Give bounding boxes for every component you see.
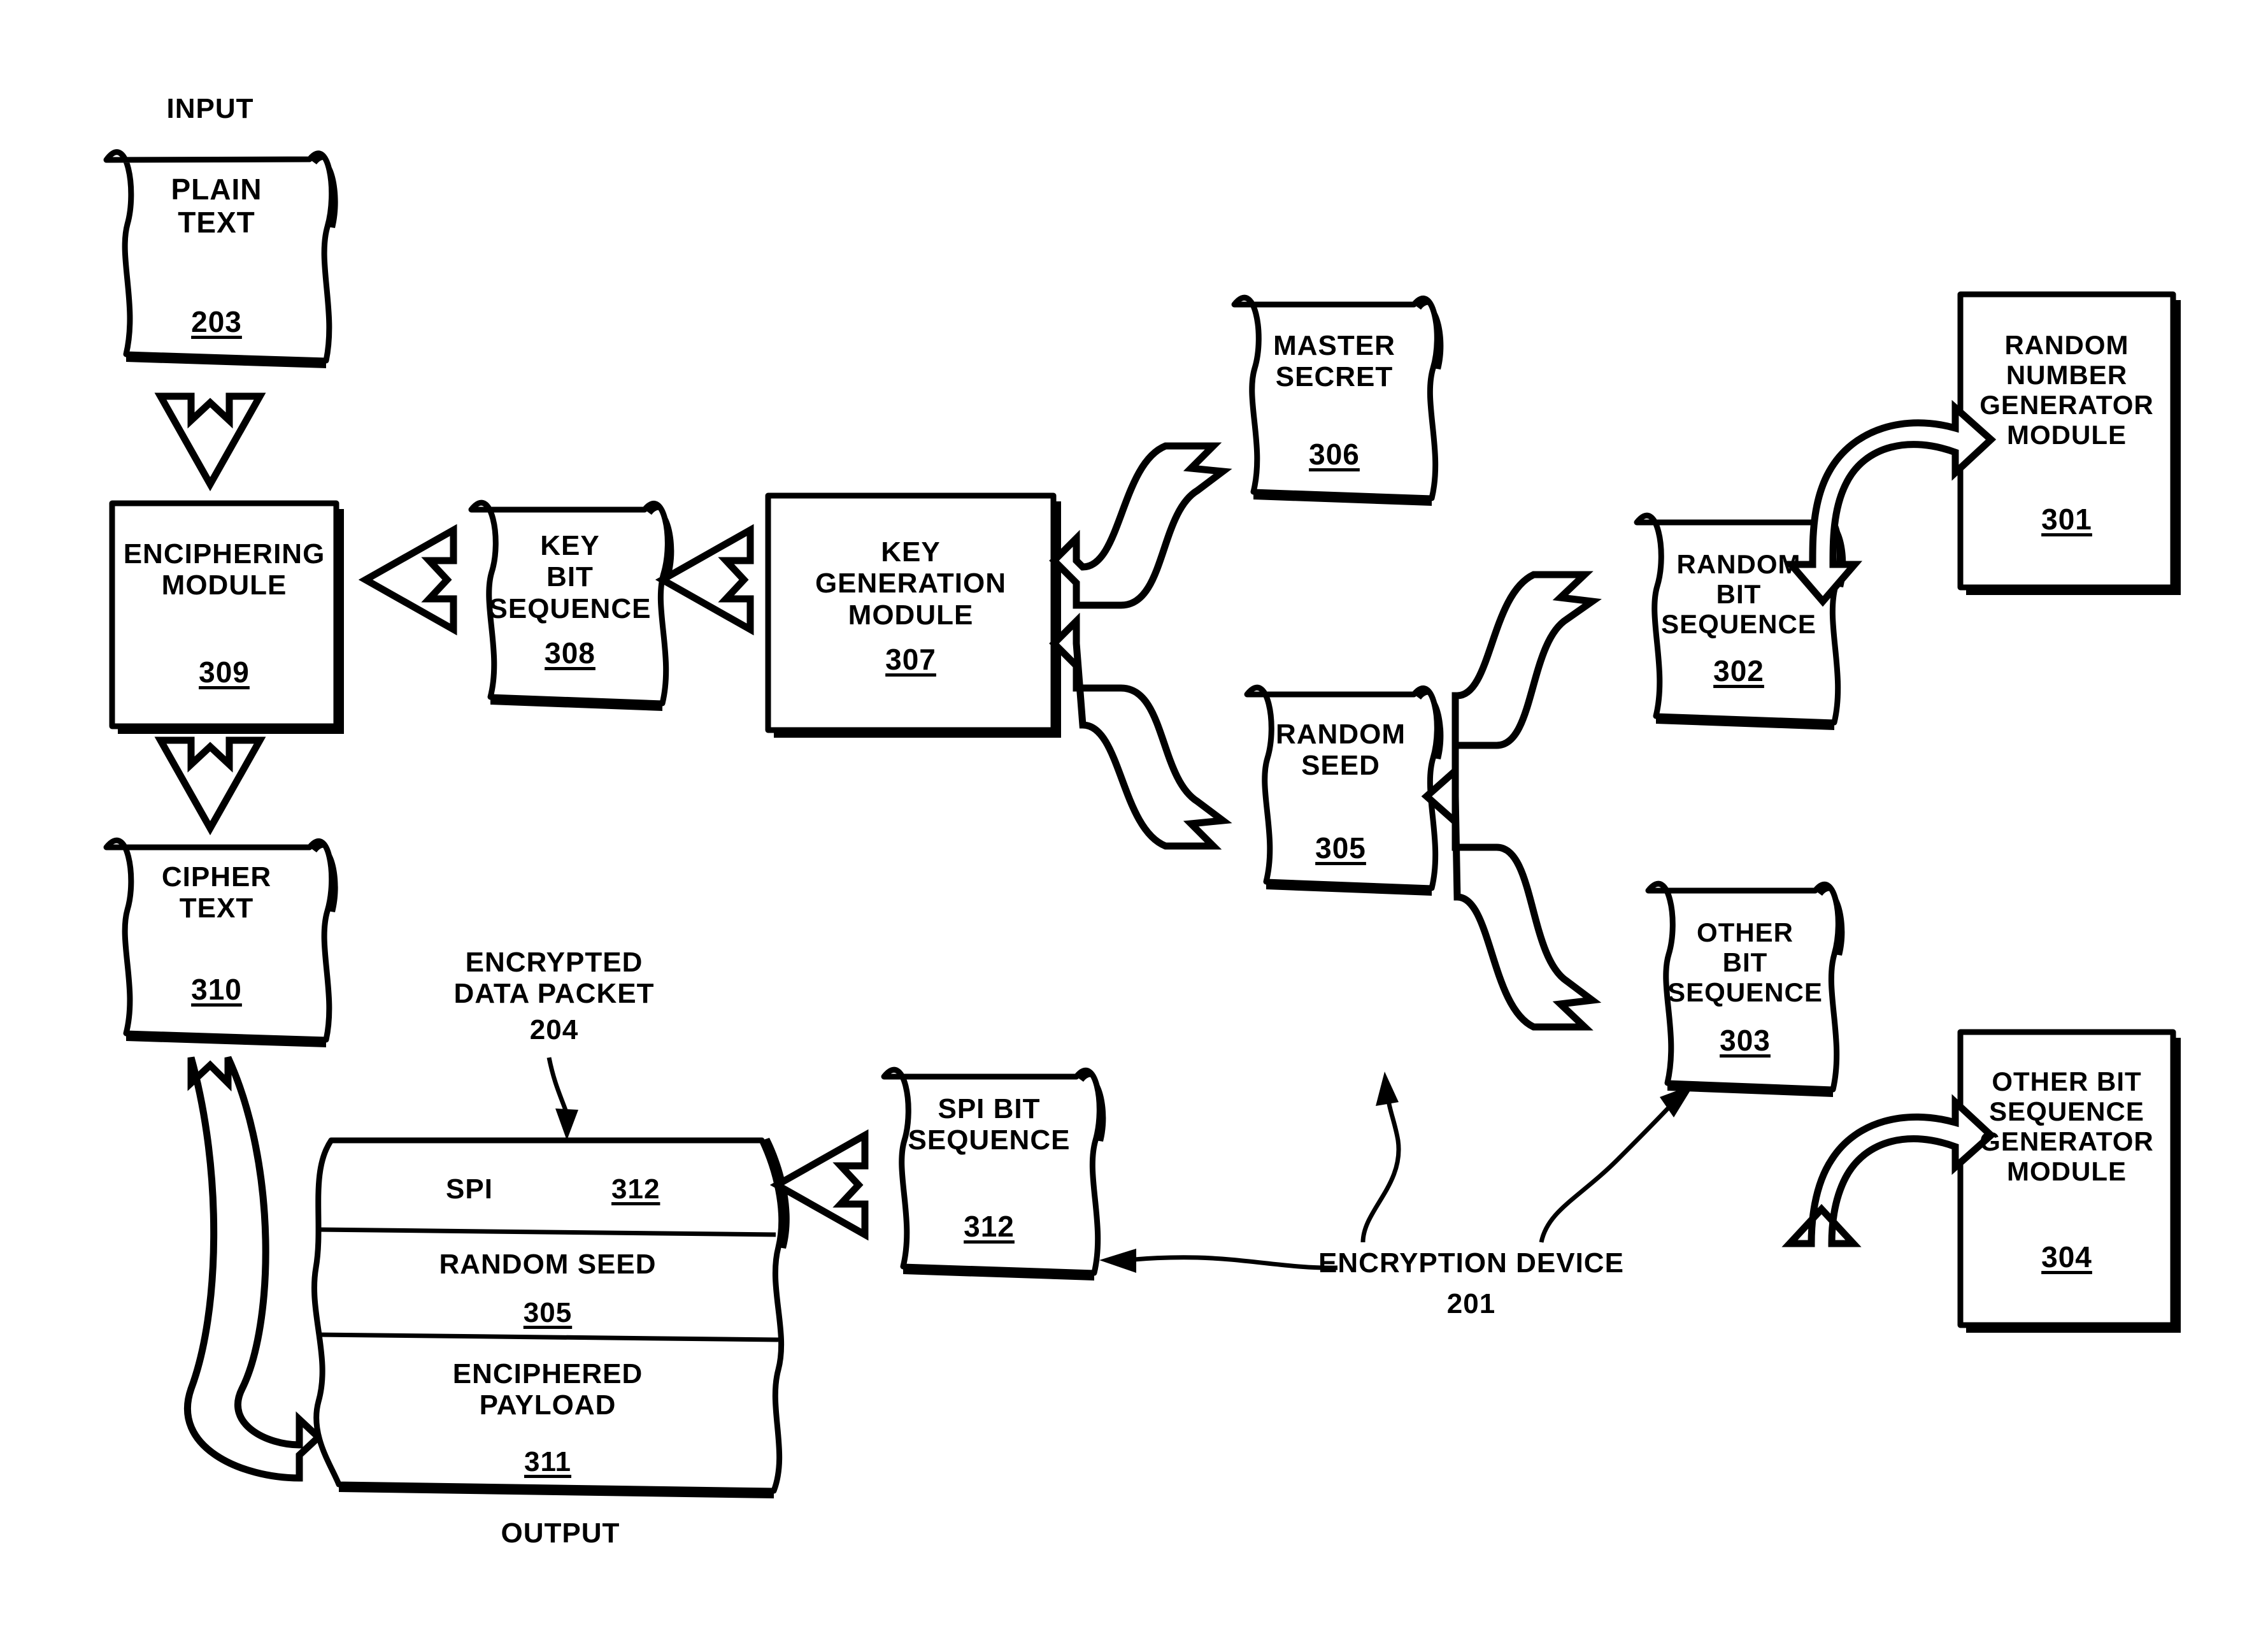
node-number-random-seed: 305 xyxy=(1315,831,1366,865)
node-number-plain-text: 203 xyxy=(191,305,242,338)
packet-row-number-spi: 312 xyxy=(611,1173,660,1205)
node-label-key-generation-module: KEY GENERATION MODULE xyxy=(815,536,1007,631)
leader-encryption-device-left xyxy=(1099,1249,1338,1273)
node-number-other-bit-sequence-generator-module: 304 xyxy=(2041,1240,2092,1274)
leader-encryption-device-up-right xyxy=(1539,1084,1694,1243)
node-number-enciphering-module: 309 xyxy=(199,656,250,689)
leader-encrypted-data-packet xyxy=(546,1057,578,1140)
arrow-enciphering-to-ciphertext xyxy=(154,736,266,836)
encrypted-data-packet-title: ENCRYPTED DATA PACKET xyxy=(453,947,655,1010)
arrow-keygen-to-keybit xyxy=(655,524,754,636)
packet-row-number-enciphered-payload: 311 xyxy=(524,1446,571,1477)
input-label: INPUT xyxy=(166,93,254,124)
patent-figure-canvas: .sh { fill:#fff; stroke:#000; stroke-wid… xyxy=(0,0,2268,1643)
output-label: OUTPUT xyxy=(501,1517,620,1549)
node-label-spi-bit-sequence: SPI BIT SEQUENCE xyxy=(908,1093,1071,1156)
node-label-master-secret: MASTER SECRET xyxy=(1273,330,1395,393)
arrow-keybit-to-enciphering xyxy=(358,524,457,636)
packet-row-label-spi: SPI xyxy=(446,1173,493,1205)
node-number-spi-bit-sequence: 312 xyxy=(964,1210,1015,1243)
node-label-plain-text: PLAIN TEXT xyxy=(171,173,262,239)
node-number-key-bit-sequence: 308 xyxy=(545,636,596,670)
packet-row-number-random-seed: 305 xyxy=(523,1297,573,1328)
packet-row-label-random-seed: RANDOM SEED xyxy=(439,1249,657,1280)
arrow-mastersecret-to-keygen xyxy=(1049,442,1232,609)
arrow-randomseed-to-keygen xyxy=(1049,612,1232,850)
node-number-other-bit-sequence: 303 xyxy=(1720,1024,1771,1057)
node-label-cipher-text: CIPHER TEXT xyxy=(161,861,272,924)
node-number-random-bit-sequence: 302 xyxy=(1713,654,1764,687)
arrow-bitsequences-to-randomseed xyxy=(1421,571,1602,1031)
encryption-device-label: ENCRYPTION DEVICE xyxy=(1318,1247,1624,1279)
node-number-cipher-text: 310 xyxy=(191,973,242,1006)
node-number-random-number-generator-module: 301 xyxy=(2041,503,2092,536)
node-label-other-bit-sequence-generator-module: OTHER BIT SEQUENCE GENERATOR MODULE xyxy=(1979,1066,2154,1187)
diagram-vector-layer: .sh { fill:#fff; stroke:#000; stroke-wid… xyxy=(103,149,2181,1498)
node-label-random-bit-sequence: RANDOM BIT SEQUENCE xyxy=(1661,549,1816,640)
node-label-random-seed: RANDOM SEED xyxy=(1276,719,1406,782)
node-label-key-bit-sequence: KEY BIT SEQUENCE xyxy=(489,530,652,624)
encrypted-data-packet-number: 204 xyxy=(529,1014,579,1045)
node-number-key-generation-module: 307 xyxy=(885,643,936,676)
arrow-spibitseq-to-packet xyxy=(769,1129,869,1241)
node-number-master-secret: 306 xyxy=(1309,438,1360,471)
node-label-random-number-generator-module: RANDOM NUMBER GENERATOR MODULE xyxy=(1979,330,2154,450)
arrow-ciphertext-to-packet xyxy=(183,1056,324,1482)
node-label-enciphering-module: ENCIPHERING MODULE xyxy=(123,538,325,601)
leader-encryption-device-up-left xyxy=(1360,1072,1401,1243)
node-master-secret xyxy=(1231,294,1444,506)
encryption-device-number: 201 xyxy=(1446,1288,1496,1319)
node-label-other-bit-sequence: OTHER BIT SEQUENCE xyxy=(1667,917,1823,1008)
arrow-plaintext-to-enciphering xyxy=(154,392,266,492)
packet-row-label-enciphered-payload: ENCIPHERED PAYLOAD xyxy=(452,1358,643,1421)
